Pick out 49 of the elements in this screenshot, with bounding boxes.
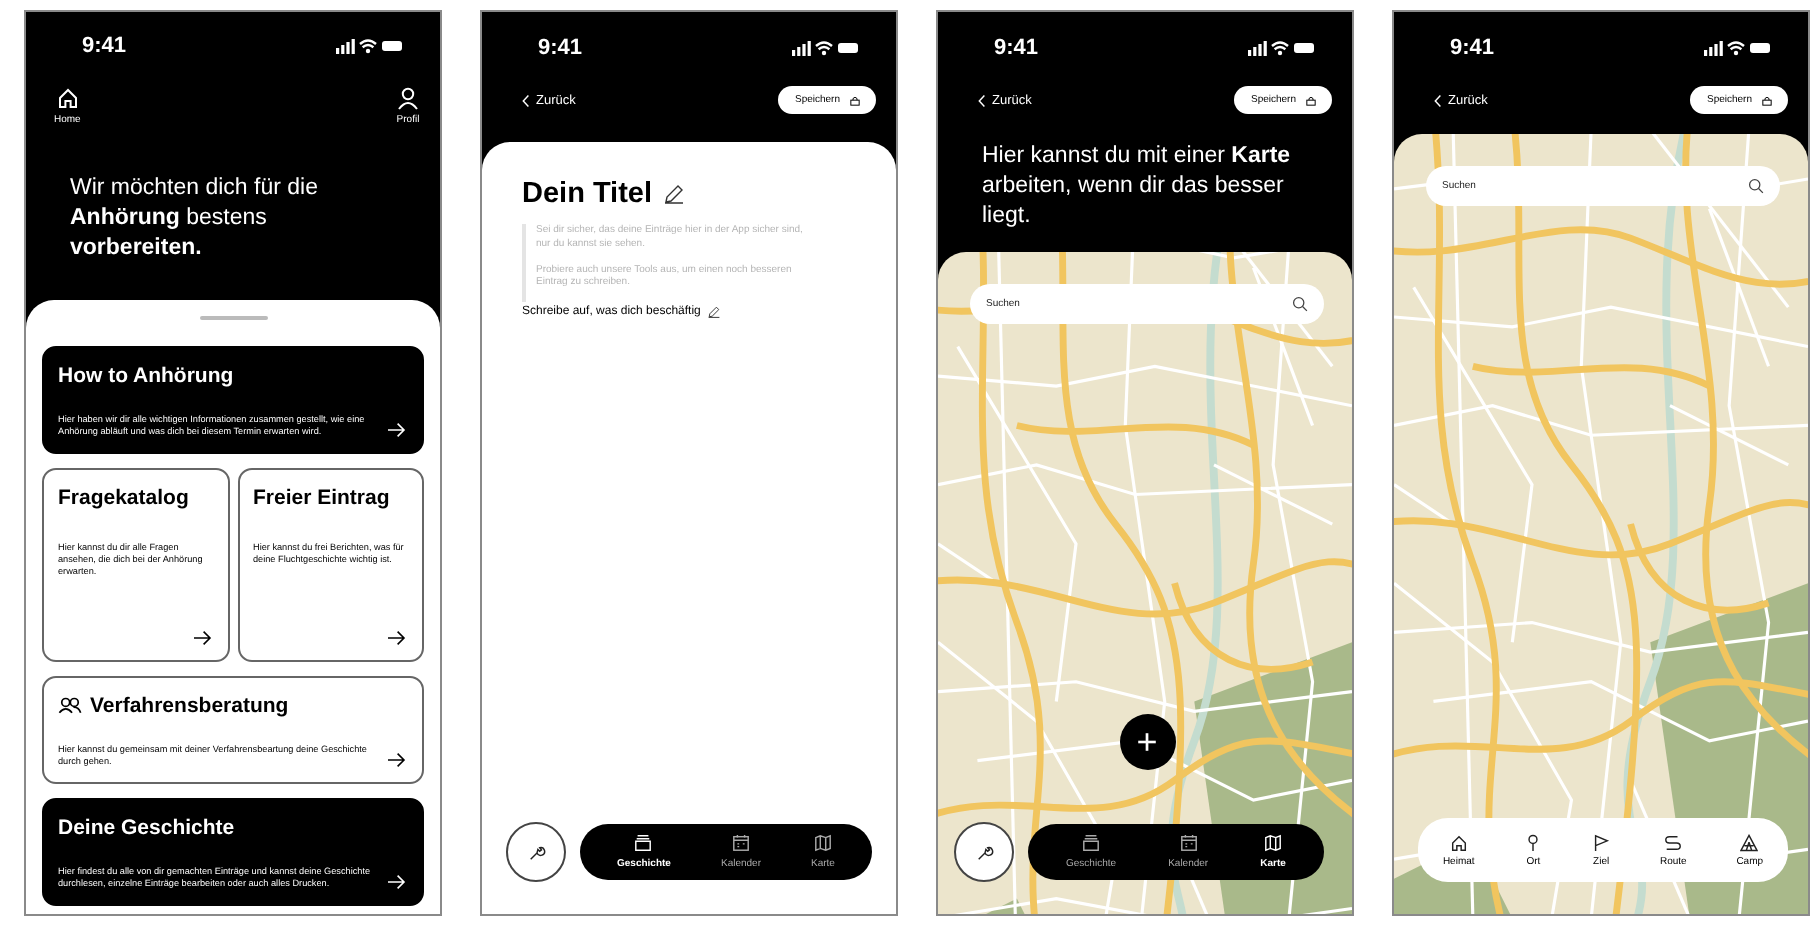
search-icon [1292,295,1308,312]
route-icon [1664,833,1683,851]
status-icons [1704,40,1772,56]
flag-icon [1592,833,1611,851]
pencil-icon[interactable] [664,184,684,204]
entry-title: Dein Titel [522,178,652,210]
tools-button[interactable] [506,822,566,882]
arrow-right-icon [191,629,211,646]
calendar-icon [731,834,750,852]
arrow-right-icon [386,873,406,890]
status-icons [1248,40,1316,56]
stack-icon [1082,834,1101,852]
pin-icon [1524,833,1543,851]
tent-icon [1740,833,1759,851]
map-icon [813,834,832,852]
status-icons [336,38,404,54]
status-time: 9:41 [994,36,1039,60]
headline: Hier kannst du mit einer Karte arbeiten, wenn dir das besser liegt. [982,142,1293,232]
status-time: 9:41 [538,36,583,60]
card-title: Deine Geschichte [58,815,235,840]
arrow-right-icon [386,629,406,646]
chevron-left-icon [522,93,530,107]
stack-icon [634,834,653,852]
chevron-left-icon [1434,93,1442,107]
headline: Wir möchten dich für die Anhörung bestens vorbereiten. [70,174,320,264]
lock-icon [1306,95,1316,105]
sheet-handle[interactable] [199,315,267,320]
wrench-icon [975,843,993,861]
home-icon [1449,833,1468,851]
lock-icon [1762,95,1772,105]
card-title: Fragekatalog [58,485,189,510]
map-icon [1264,834,1283,852]
status-icons [792,40,860,56]
status-time: 9:41 [1450,36,1495,60]
card-title: How to Anhörung [58,363,234,388]
lock-icon [850,95,860,105]
chevron-left-icon [978,93,986,107]
pencil-icon[interactable] [708,306,721,318]
people-icon [58,696,82,715]
card-title: Freier Eintrag [253,485,390,510]
calendar-icon [1179,834,1198,852]
card-title: Verfahrensberatung [90,693,289,718]
search-icon [1748,178,1764,194]
user-icon [396,86,420,110]
home-icon [55,86,80,110]
arrow-right-icon [386,421,406,438]
arrow-right-icon [386,751,406,768]
status-time: 9:41 [82,34,127,58]
wrench-icon [527,843,545,861]
